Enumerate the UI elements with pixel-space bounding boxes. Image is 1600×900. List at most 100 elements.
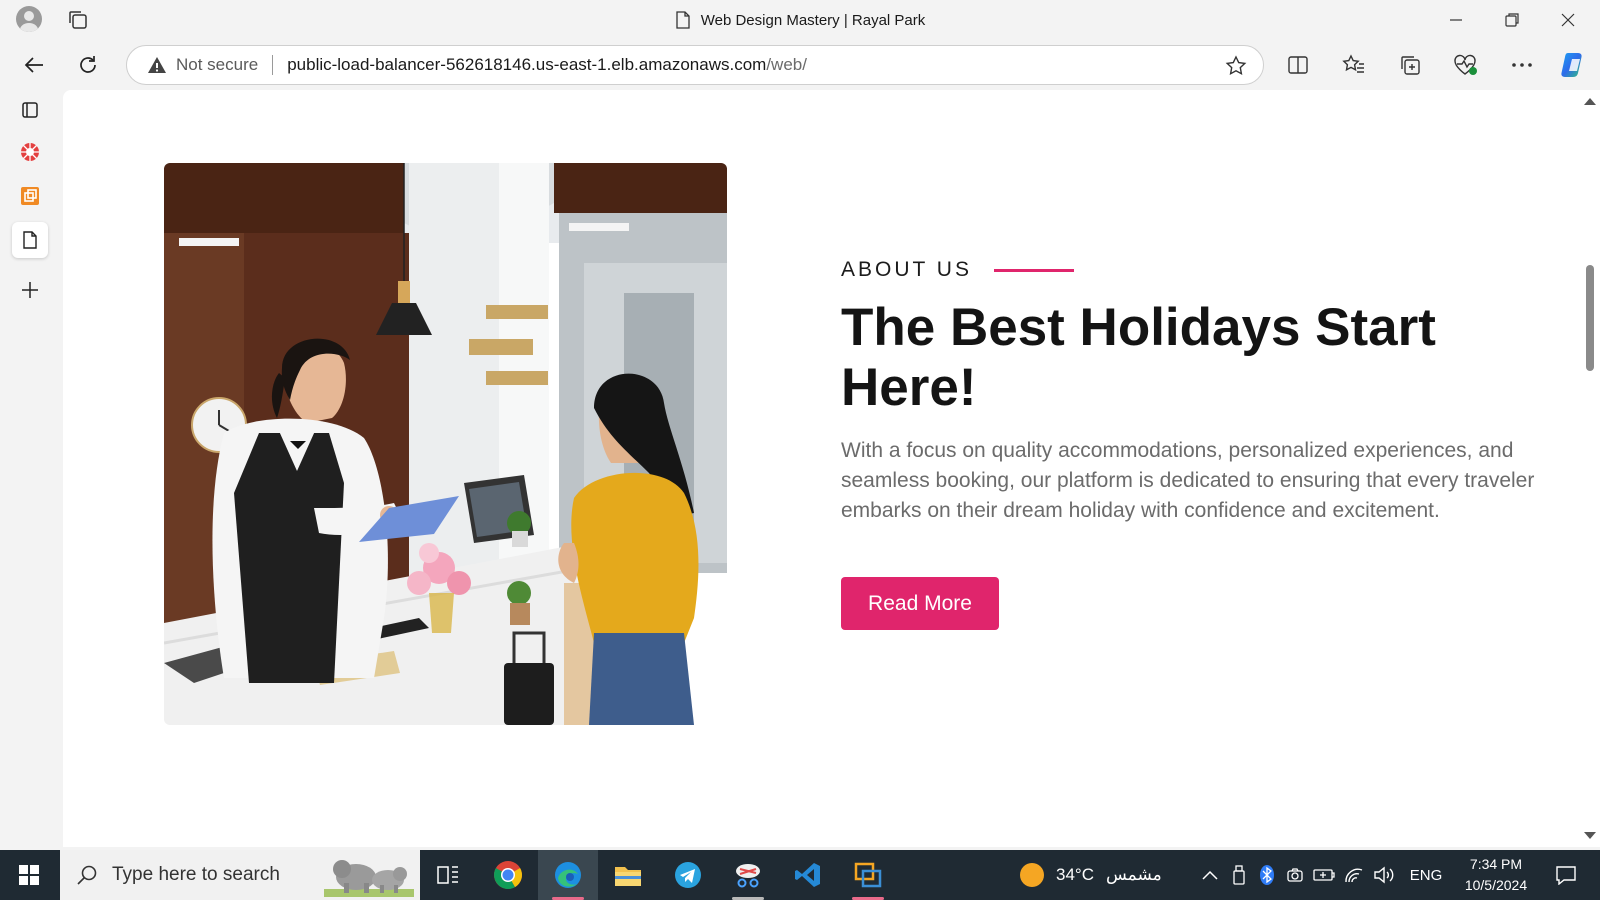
taskbar-edge[interactable] (538, 850, 598, 900)
section-label-text: ABOUT US (841, 258, 972, 281)
battery-plugged-icon (1313, 869, 1335, 881)
meet-now-tray-button[interactable] (1282, 850, 1308, 900)
taskbar-search[interactable]: Type here to search (60, 850, 420, 900)
more-options-button[interactable] (1504, 48, 1540, 82)
title-bar: Web Design Mastery | Rayal Park (0, 0, 1600, 40)
language-indicator[interactable]: ENG (1406, 850, 1446, 900)
section-label-accent-line (993, 268, 1074, 272)
red-flower-favicon-icon (21, 143, 39, 161)
more-icon (1512, 63, 1532, 67)
notification-icon (1556, 866, 1576, 885)
taskbar-vmware[interactable] (838, 850, 898, 900)
bluetooth-icon (1260, 865, 1274, 885)
favorite-button[interactable] (1225, 55, 1247, 82)
refresh-icon (80, 56, 96, 73)
chrome-icon (494, 861, 522, 889)
restore-icon (1505, 13, 1519, 27)
security-label: Not secure (176, 55, 259, 74)
copilot-icon (1561, 53, 1582, 77)
weather-widget[interactable]: 34°C مشمس (1020, 850, 1162, 900)
favorites-button[interactable] (1336, 48, 1372, 82)
tab-active-page[interactable] (12, 222, 48, 258)
snipping-tool-icon (736, 864, 760, 888)
wifi-icon (1345, 868, 1363, 883)
network-tray-button[interactable] (1340, 850, 1368, 900)
vmware-icon (854, 862, 882, 888)
scroll-up-arrow-icon[interactable] (1584, 98, 1596, 105)
taskbar-file-explorer[interactable] (598, 850, 658, 900)
url-text[interactable]: public-load-balancer-562618146.us-east-1… (287, 55, 807, 75)
split-screen-icon (1288, 56, 1308, 74)
show-hidden-icons-button[interactable] (1196, 850, 1224, 900)
tab-actions-icon (22, 102, 38, 118)
window-title-area: Web Design Mastery | Rayal Park (0, 0, 1600, 40)
taskbar-vscode[interactable] (778, 850, 838, 900)
collections-icon (1401, 56, 1420, 75)
refresh-button[interactable] (70, 48, 106, 82)
start-button[interactable] (0, 850, 58, 900)
section-label: ABOUT US (841, 258, 1074, 282)
heart-pulse-icon (1454, 54, 1477, 75)
notification-center-button[interactable] (1546, 850, 1586, 900)
edge-icon (555, 862, 581, 888)
back-button[interactable] (16, 48, 52, 82)
task-view-button[interactable] (418, 850, 478, 900)
search-icon (77, 865, 97, 885)
elephants-search-highlight-icon (324, 860, 414, 897)
collections-button[interactable] (1392, 48, 1428, 82)
read-more-button[interactable]: Read More (841, 577, 999, 630)
telegram-icon (675, 862, 701, 888)
hotel-reception-photo (164, 163, 727, 725)
windows-taskbar: Type here to search 34°C مشمس ENG 7:34 P… (0, 850, 1600, 900)
clock-date: 10/5/2024 (1464, 877, 1528, 893)
new-tab-button[interactable] (12, 272, 48, 308)
volume-tray-button[interactable] (1370, 850, 1398, 900)
split-screen-button[interactable] (1280, 48, 1316, 82)
tab-favicon-2[interactable] (12, 178, 48, 214)
navigation-bar: Not secure public-load-balancer-56261814… (0, 40, 1600, 90)
close-icon (1561, 13, 1575, 27)
bluetooth-tray-button[interactable] (1254, 850, 1280, 900)
plus-icon (22, 282, 38, 298)
search-placeholder: Type here to search (112, 864, 280, 885)
sun-icon (1020, 863, 1044, 887)
page-scrollbar[interactable] (1580, 90, 1600, 847)
section-heading: The Best Holidays Start Here! (841, 298, 1436, 417)
vertical-tabs-sidebar (0, 90, 62, 850)
tab-favicon-1[interactable] (12, 134, 48, 170)
scroll-down-arrow-icon[interactable] (1584, 832, 1596, 839)
scrollbar-thumb[interactable] (1586, 265, 1594, 371)
taskbar-chrome[interactable] (478, 850, 538, 900)
page-icon (23, 231, 37, 249)
copilot-button[interactable] (1556, 48, 1592, 82)
weather-description: مشمس (1105, 865, 1162, 884)
vscode-icon (795, 863, 820, 887)
weather-temperature: 34°C (1056, 865, 1094, 884)
minimize-button[interactable] (1428, 0, 1484, 40)
window-title: Web Design Mastery | Rayal Park (700, 11, 926, 29)
usb-drive-icon (1233, 865, 1245, 885)
taskbar-telegram[interactable] (658, 850, 718, 900)
security-indicator[interactable]: Not secure (147, 55, 258, 75)
language-label: ENG (1409, 866, 1443, 884)
battery-tray-button[interactable] (1310, 850, 1338, 900)
clock-time: 7:34 PM (1469, 856, 1523, 872)
task-view-icon (437, 866, 458, 884)
section-description: With a focus on quality accommodations, … (841, 439, 1535, 522)
taskbar-snipping-tool[interactable] (718, 850, 778, 900)
url-host: public-load-balancer-562618146.us-east-1… (287, 55, 767, 74)
windows-logo-icon (19, 865, 39, 885)
orange-square-favicon-icon (21, 187, 39, 205)
address-bar[interactable]: Not secure public-load-balancer-56261814… (126, 45, 1264, 85)
back-arrow-icon (24, 57, 43, 73)
tab-actions-button[interactable] (12, 92, 48, 128)
restore-button[interactable] (1484, 0, 1540, 40)
page-icon (676, 11, 690, 29)
system-clock[interactable]: 7:34 PM 10/5/2024 (1456, 854, 1536, 896)
camera-icon (1287, 868, 1303, 882)
close-button[interactable] (1540, 0, 1596, 40)
usb-tray-button[interactable] (1226, 850, 1252, 900)
favorites-icon (1342, 54, 1364, 73)
url-path: /web/ (766, 55, 807, 74)
browser-essentials-button[interactable] (1448, 48, 1484, 82)
